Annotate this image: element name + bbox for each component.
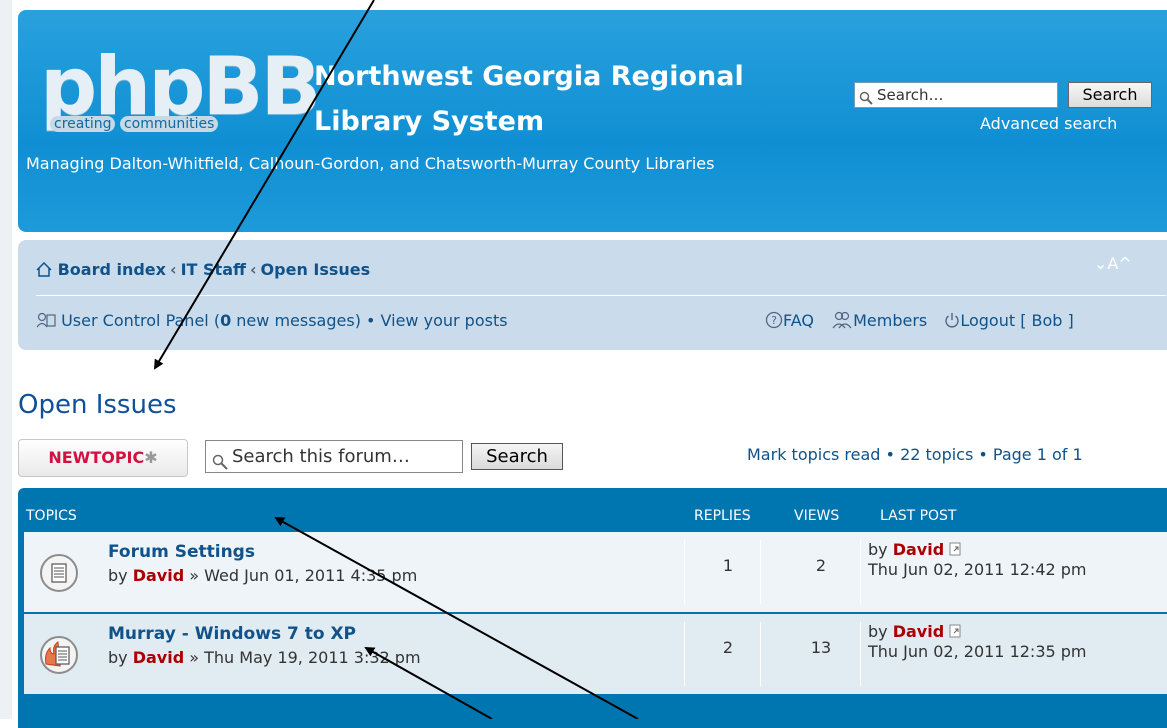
faq-label: FAQ (783, 311, 814, 330)
navbar-divider (36, 295, 1166, 296)
topic-date: » Wed Jun 01, 2011 4:35 pm (184, 566, 418, 585)
by-label: by (868, 622, 893, 641)
forum-title[interactable]: Open Issues (18, 390, 177, 420)
site-title[interactable]: Northwest Georgia Regional Library Syste… (314, 54, 814, 144)
left-edge (0, 0, 12, 719)
magnifier-icon (212, 449, 228, 480)
logo-tagline: creating communities (50, 116, 219, 132)
site-header: phpBB creating communities Northwest Geo… (18, 10, 1167, 232)
quick-links: ? FAQ Members Logout [ Bob ] (765, 311, 1074, 330)
by-label: by (108, 648, 133, 667)
replies-count: 1 (722, 556, 734, 575)
last-post-date: Thu Jun 02, 2011 12:35 pm (868, 642, 1087, 661)
breadcrumb: Board index ‹ IT Staff ‹ Open Issues (36, 260, 370, 279)
user-links: User Control Panel (0 new messages) • Vi… (36, 311, 508, 330)
last-post-author-link[interactable]: David (893, 540, 944, 559)
column-divider (760, 622, 761, 686)
advanced-search-link[interactable]: Advanced search (980, 114, 1117, 133)
views-count: 2 (815, 556, 827, 575)
members-icon (832, 311, 852, 329)
navbar: Board index ‹ IT Staff ‹ Open Issues ⌄A^ Use… (18, 240, 1167, 350)
column-divider (860, 622, 861, 686)
author-link[interactable]: David (133, 648, 184, 667)
pagination-info[interactable]: Mark topics read • 22 topics • Page 1 of… (747, 445, 1083, 464)
logo-tag-left: creating (50, 116, 116, 132)
svg-text:?: ? (771, 314, 777, 327)
topic-meta: by David » Thu May 19, 2011 3:32 pm (108, 648, 421, 667)
table-row: Forum Settings by David » Wed Jun 01, 20… (24, 532, 1167, 612)
breadcrumb-separator-icon: ‹ (249, 260, 257, 279)
column-divider (684, 540, 685, 604)
author-link[interactable]: David (133, 566, 184, 585)
view-latest-post-icon[interactable] (949, 623, 962, 642)
faq-icon: ? (765, 311, 783, 329)
user-panel-icon (36, 311, 61, 330)
star-icon: ✱ (144, 448, 158, 467)
header-views: VIEWS (794, 508, 840, 524)
last-post-info: by David Thu Jun 02, 2011 12:35 pm (868, 622, 1167, 661)
topic-date: » Thu May 19, 2011 3:32 pm (184, 648, 421, 667)
site-description: Managing Dalton-Whitfield, Calhoun-Gordo… (26, 154, 715, 173)
table-row: Murray - Windows 7 to XP by David » Thu … (24, 614, 1167, 694)
user-control-panel-link[interactable]: User Control Panel (0 new messages) (61, 311, 361, 330)
magnifier-icon (859, 88, 873, 112)
topic-meta: by David » Wed Jun 01, 2011 4:35 pm (108, 566, 417, 585)
members-link[interactable]: Members (831, 311, 932, 330)
power-icon (945, 313, 960, 328)
bullet-separator: • (360, 311, 381, 330)
ucp-label: User Control Panel ( (61, 311, 221, 330)
header-replies: REPLIES (694, 508, 751, 524)
breadcrumb-it-staff[interactable]: IT Staff (181, 260, 246, 279)
breadcrumb-open-issues[interactable]: Open Issues (261, 260, 371, 279)
by-label: by (868, 540, 893, 559)
breadcrumb-board-index[interactable]: Board index (58, 260, 166, 279)
new-messages-count: 0 (220, 311, 232, 330)
view-latest-post-icon[interactable] (949, 541, 962, 560)
header-topics: TOPICS (26, 508, 77, 524)
site-title-line1: Northwest Georgia Regional (314, 61, 744, 92)
site-title-line2: Library System (314, 106, 545, 137)
home-icon (36, 260, 58, 279)
new-topic-button[interactable]: NEWTOPIC✱ (18, 439, 188, 477)
members-label: Members (853, 311, 928, 330)
faq-link[interactable]: ? FAQ (765, 311, 819, 330)
topic-list: TOPICS REPLIES VIEWS LAST POST Forum Set… (18, 488, 1167, 728)
forum-search-input[interactable]: Search this forum… (205, 440, 463, 473)
last-post-date: Thu Jun 02, 2011 12:42 pm (868, 560, 1087, 579)
by-label: by (108, 566, 133, 585)
font-size-control[interactable]: ⌄A^ (1094, 254, 1132, 273)
logo-tag-right: communities (119, 116, 219, 132)
last-post-author-link[interactable]: David (893, 622, 944, 641)
topic-title-link[interactable]: Murray - Windows 7 to XP (108, 624, 356, 644)
column-divider (684, 622, 685, 686)
column-divider (860, 540, 861, 604)
header-search-placeholder: Search… (877, 86, 944, 104)
header-search-input[interactable]: Search… (854, 82, 1058, 108)
topic-list-header: TOPICS REPLIES VIEWS LAST POST (18, 488, 1167, 528)
forum-search-button[interactable]: Search (471, 443, 563, 470)
new-topic-label: NEWTOPIC (48, 448, 145, 467)
logout-link[interactable]: Logout [ Bob ] (944, 311, 1074, 330)
topic-title-link[interactable]: Forum Settings (108, 542, 255, 562)
topic-read-icon (38, 552, 80, 598)
breadcrumb-separator-icon: ‹ (169, 260, 177, 279)
logout-label: Logout [ Bob ] (960, 311, 1074, 330)
topic-hot-icon (38, 634, 80, 680)
header-search-button[interactable]: Search (1068, 82, 1152, 108)
view-your-posts-link[interactable]: View your posts (381, 311, 508, 330)
last-post-info: by David Thu Jun 02, 2011 12:42 pm (868, 540, 1167, 579)
forum-search-placeholder: Search this forum… (232, 446, 410, 467)
replies-count: 2 (722, 638, 734, 657)
phpbb-logo[interactable]: phpBB creating communities (40, 40, 321, 144)
forum-page: phpBB creating communities Northwest Geo… (0, 0, 1167, 728)
column-divider (760, 540, 761, 604)
header-last-post: LAST POST (880, 508, 957, 524)
views-count: 13 (810, 638, 832, 657)
ucp-suffix: new messages) (231, 311, 361, 330)
